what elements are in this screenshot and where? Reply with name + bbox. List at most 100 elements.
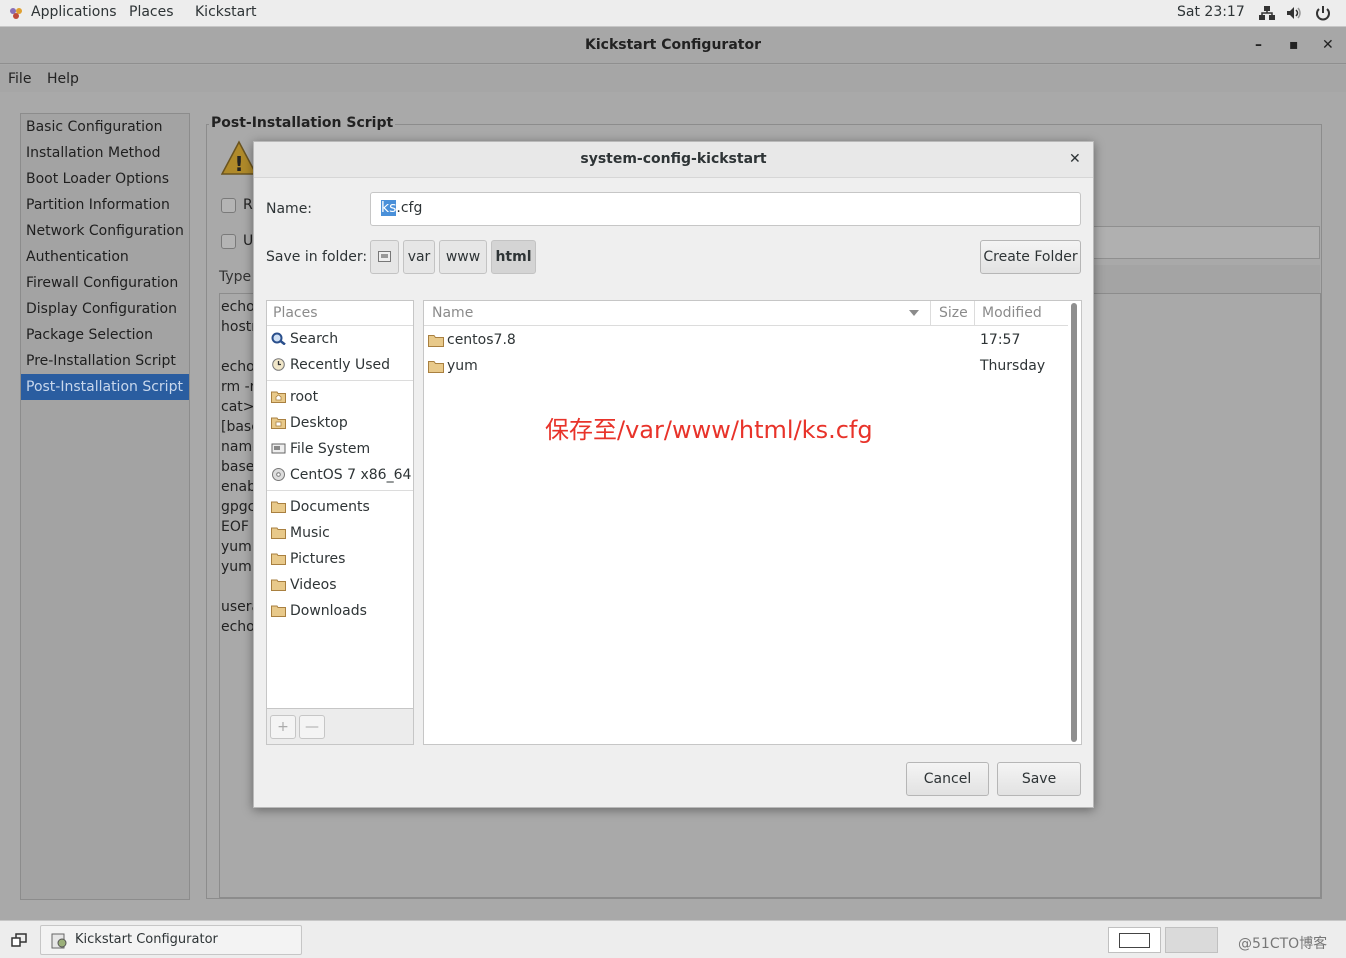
filename-extension: .cfg <box>396 200 423 216</box>
folder-icon <box>271 605 286 617</box>
filesystem-icon <box>271 443 286 454</box>
sidebar-item-partition-information[interactable]: Partition Information <box>21 192 189 218</box>
sidebar-item-network-configuration[interactable]: Network Configuration <box>21 218 189 244</box>
root-crumb-button[interactable] <box>370 240 399 274</box>
applications-menu[interactable]: Applications <box>31 4 117 20</box>
volume-icon[interactable] <box>1285 5 1303 21</box>
place-root[interactable]: root <box>267 384 413 410</box>
file-list-header: Name Size Modified <box>424 301 1068 326</box>
script-option-checkbox-2[interactable] <box>221 234 236 249</box>
workspace-1[interactable] <box>1108 927 1161 953</box>
folder-icon <box>428 335 444 347</box>
sidebar-item-post-installation-script[interactable]: Post-Installation Script <box>21 374 189 400</box>
places-menu[interactable]: Places <box>129 4 174 20</box>
place-label: Recently Used <box>290 357 391 373</box>
place-label: Pictures <box>290 551 346 567</box>
folder-icon <box>428 361 444 373</box>
script-option-label-2: U <box>243 233 254 249</box>
place-label: File System <box>290 441 371 457</box>
place-centos-disc[interactable]: CentOS 7 x86_64 <box>267 462 413 488</box>
file-name: centos7.8 <box>447 332 516 348</box>
taskbar-item-kickstart[interactable]: Kickstart Configurator <box>40 925 302 955</box>
create-folder-button[interactable]: Create Folder <box>980 240 1081 274</box>
sidebar-item-installation-method[interactable]: Installation Method <box>21 140 189 166</box>
dialog-close-button[interactable]: ✕ <box>1069 151 1081 167</box>
place-search[interactable]: Search <box>267 326 413 352</box>
place-downloads[interactable]: Downloads <box>267 598 413 624</box>
script-header-strip <box>1092 265 1320 293</box>
sidebar-item-pre-installation-script[interactable]: Pre-Installation Script <box>21 348 189 374</box>
section-list: Basic Configuration Installation Method … <box>20 113 190 900</box>
workspace-2[interactable] <box>1165 927 1218 953</box>
sidebar-item-basic-configuration[interactable]: Basic Configuration <box>21 114 189 140</box>
filename-input[interactable]: ks.cfg <box>370 192 1081 226</box>
warning-icon: ! <box>221 140 257 176</box>
place-label: Music <box>290 525 330 541</box>
desktop-folder-icon <box>271 417 286 429</box>
sidebar-item-package-selection[interactable]: Package Selection <box>21 322 189 348</box>
place-recently-used[interactable]: Recently Used <box>267 352 413 378</box>
place-desktop[interactable]: Desktop <box>267 410 413 436</box>
place-label: CentOS 7 x86_64 <box>290 467 412 483</box>
crumb-html[interactable]: html <box>491 240 536 274</box>
sidebar-item-boot-loader-options[interactable]: Boot Loader Options <box>21 166 189 192</box>
column-divider <box>930 301 931 326</box>
script-option-checkbox-1[interactable] <box>221 198 236 213</box>
clock[interactable]: Sat 23:17 <box>1177 4 1245 20</box>
file-list-scrollbar[interactable] <box>1071 303 1077 742</box>
add-bookmark-button[interactable]: + <box>270 715 296 739</box>
crumb-var[interactable]: var <box>403 240 435 274</box>
places-toolbar: + — <box>267 708 413 744</box>
folder-icon <box>271 579 286 591</box>
maximize-button[interactable]: ▪ <box>1289 37 1299 53</box>
file-row[interactable]: centos7.8 17:57 <box>424 327 1068 353</box>
file-name: yum <box>447 358 478 374</box>
column-divider <box>974 301 975 326</box>
interpreter-field[interactable] <box>1092 226 1320 259</box>
place-label: Search <box>290 331 339 347</box>
place-documents[interactable]: Documents <box>267 494 413 520</box>
crumb-www[interactable]: www <box>439 240 487 274</box>
remove-bookmark-button[interactable]: — <box>299 715 325 739</box>
close-button[interactable]: ✕ <box>1322 37 1334 53</box>
folder-icon <box>271 553 286 565</box>
folder-icon <box>271 501 286 513</box>
search-icon <box>271 332 286 345</box>
place-music[interactable]: Music <box>267 520 413 546</box>
cancel-button[interactable]: Cancel <box>906 762 989 796</box>
dialog-title: system-config-kickstart <box>580 151 767 167</box>
place-videos[interactable]: Videos <box>267 572 413 598</box>
disc-icon <box>272 468 285 481</box>
show-desktop-icon[interactable] <box>11 933 27 947</box>
help-menu[interactable]: Help <box>47 71 79 87</box>
minimize-button[interactable]: – <box>1255 37 1262 53</box>
sort-descending-icon <box>909 310 919 316</box>
file-menu[interactable]: File <box>8 71 31 87</box>
column-modified[interactable]: Modified <box>982 301 1042 326</box>
workspace-window-thumbnail <box>1119 933 1150 948</box>
column-name[interactable]: Name <box>432 301 473 326</box>
sidebar-item-display-configuration[interactable]: Display Configuration <box>21 296 189 322</box>
file-modified: 17:57 <box>980 332 1021 348</box>
script-option-label-1: R <box>243 197 253 213</box>
sidebar-item-firewall-configuration[interactable]: Firewall Configuration <box>21 270 189 296</box>
place-file-system[interactable]: File System <box>267 436 413 462</box>
file-list: Name Size Modified centos7.8 17:57 yum T… <box>423 300 1082 745</box>
kickstart-menu[interactable]: Kickstart <box>195 4 256 20</box>
applications-icon <box>10 8 22 19</box>
place-label: Videos <box>290 577 337 593</box>
dialog-titlebar: system-config-kickstart ✕ <box>254 142 1093 178</box>
power-icon[interactable] <box>1314 5 1332 21</box>
sidebar-item-authentication[interactable]: Authentication <box>21 244 189 270</box>
place-pictures[interactable]: Pictures <box>267 546 413 572</box>
file-row[interactable]: yum Thursday <box>424 353 1068 379</box>
drive-icon <box>378 251 391 262</box>
column-size[interactable]: Size <box>939 301 968 326</box>
network-icon[interactable] <box>1258 5 1276 21</box>
place-label: Documents <box>290 499 370 515</box>
save-button[interactable]: Save <box>997 762 1081 796</box>
place-label: root <box>290 389 319 405</box>
filename-selection: ks <box>381 200 397 216</box>
top-panel: Applications Places Kickstart Sat 23:17 <box>0 0 1346 27</box>
window-title: Kickstart Configurator <box>585 37 761 53</box>
